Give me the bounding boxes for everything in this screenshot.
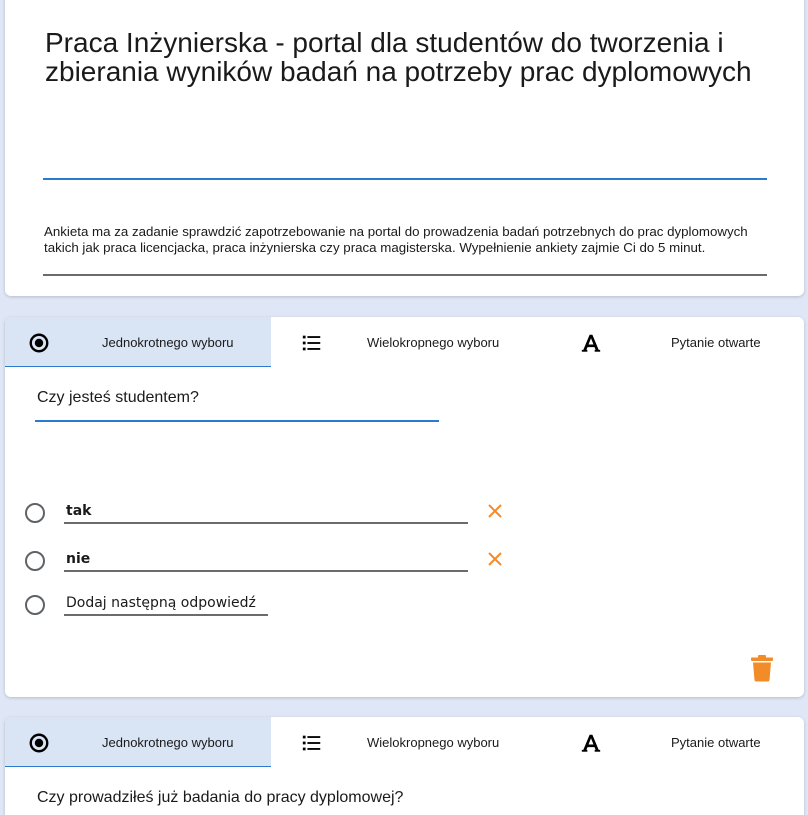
form-title[interactable]: Praca Inżynierska - portal dla studentów… — [45, 28, 765, 87]
option-row: tak — [5, 498, 804, 528]
question-card: Jednokrotnego wyboru Wielokropnego wybor… — [5, 317, 804, 697]
radio-checked-icon — [29, 333, 49, 353]
list-icon — [302, 735, 321, 751]
form-header-card: Praca Inżynierska - portal dla studentów… — [5, 0, 804, 296]
close-icon[interactable] — [487, 551, 503, 567]
radio-icon — [25, 503, 45, 523]
tab-label: Pytanie otwarte — [671, 335, 761, 350]
radio-icon — [25, 595, 45, 615]
question-type-tabs: Jednokrotnego wyboru Wielokropnego wybor… — [5, 717, 804, 767]
option-row: nie — [5, 546, 804, 576]
tab-label: Wielokropnego wyboru — [367, 735, 500, 750]
tab-single-choice[interactable]: Jednokrotnego wyboru — [5, 317, 271, 367]
question-underline — [35, 420, 439, 422]
tab-open-question[interactable]: Pytanie otwarte — [537, 317, 804, 367]
tab-label: Jednokrotnego wyboru — [102, 735, 234, 750]
tab-single-choice[interactable]: Jednokrotnego wyboru — [5, 717, 271, 767]
radio-checked-icon — [29, 733, 49, 753]
tab-label: Wielokropnego wyboru — [367, 335, 500, 350]
radio-icon — [25, 551, 45, 571]
close-icon[interactable] — [487, 503, 503, 519]
question-card: Jednokrotnego wyboru Wielokropnego wybor… — [5, 717, 804, 815]
question-input[interactable]: Czy jesteś studentem? — [37, 389, 199, 407]
tab-label: Pytanie otwarte — [671, 735, 761, 750]
question-type-tabs: Jednokrotnego wyboru Wielokropnego wybor… — [5, 317, 804, 367]
tab-multiple-choice[interactable]: Wielokropnego wyboru — [271, 317, 537, 367]
question-input[interactable]: Czy prowadziłeś już badania do pracy dyp… — [37, 789, 403, 807]
form-editor-page: Praca Inżynierska - portal dla studentów… — [0, 0, 808, 815]
add-option-button[interactable]: Dodaj następną odpowiedź — [64, 590, 268, 616]
list-icon — [302, 335, 321, 351]
option-input[interactable]: tak — [64, 498, 468, 524]
form-description[interactable]: Ankieta ma za zadanie sprawdzić zapotrze… — [44, 224, 766, 256]
option-input[interactable]: nie — [64, 546, 468, 572]
tab-label: Jednokrotnego wyboru — [102, 335, 234, 350]
tab-multiple-choice[interactable]: Wielokropnego wyboru — [271, 717, 537, 767]
trash-icon[interactable] — [750, 654, 774, 682]
title-underline — [43, 178, 767, 180]
add-option-row: Dodaj następną odpowiedź — [5, 590, 804, 620]
text-format-icon — [581, 334, 601, 352]
text-format-icon — [581, 734, 601, 752]
tab-open-question[interactable]: Pytanie otwarte — [537, 717, 804, 767]
description-underline — [43, 274, 767, 276]
